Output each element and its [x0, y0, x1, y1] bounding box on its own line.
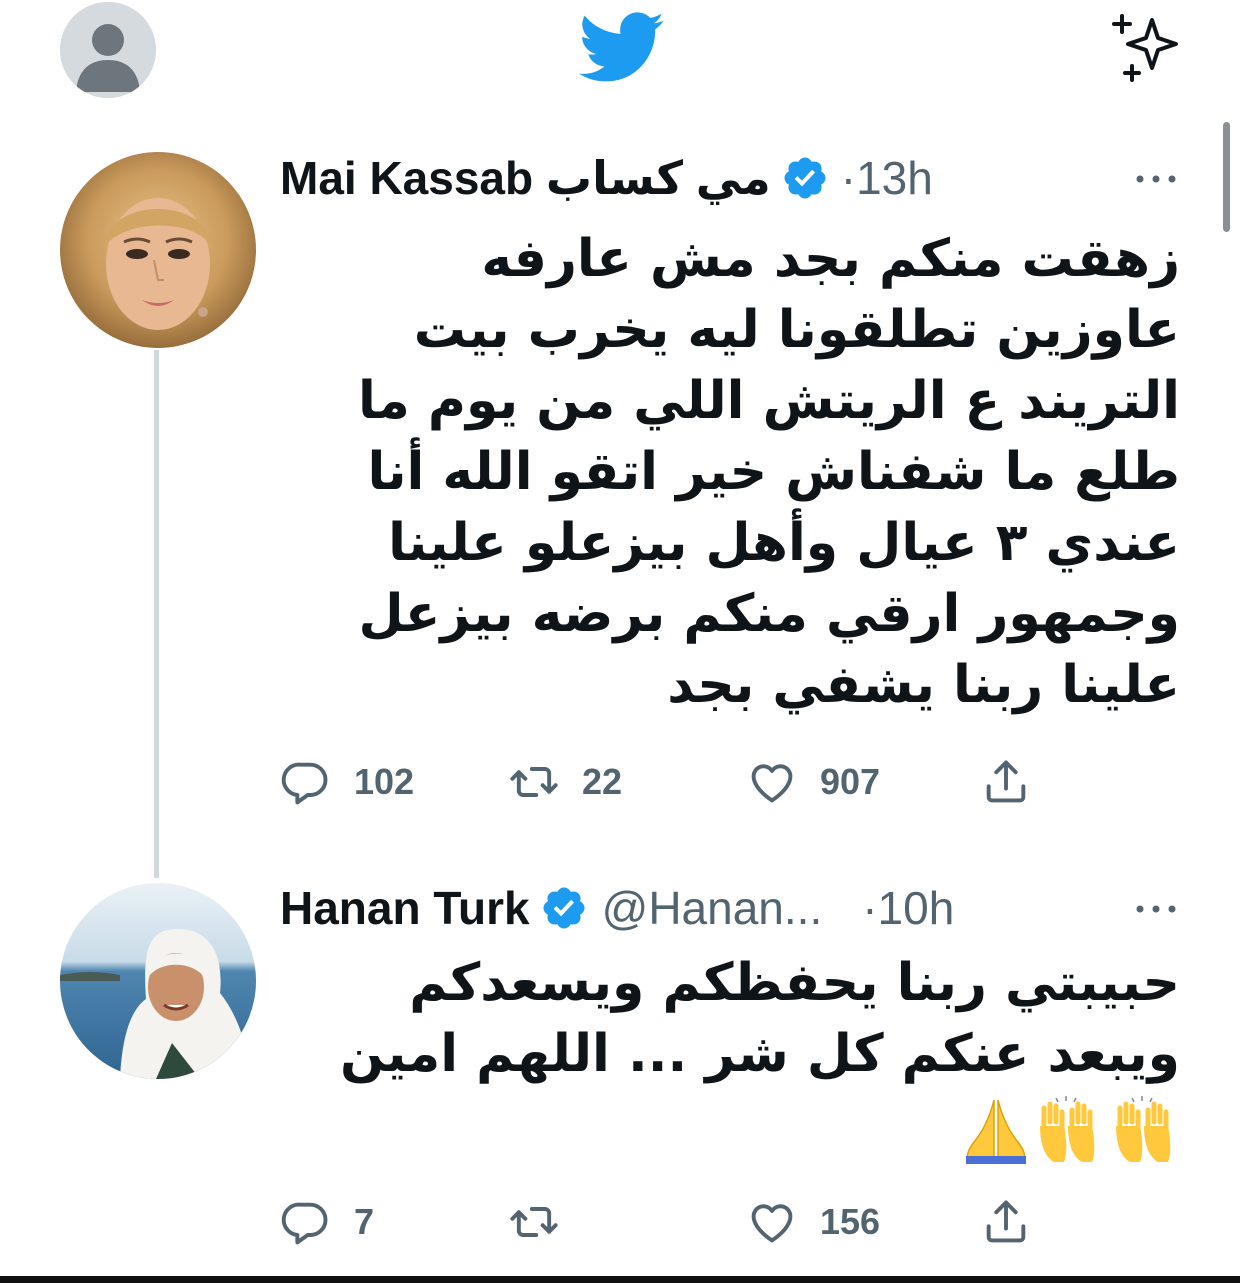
folded-hands-icon: [966, 1099, 1026, 1164]
twitter-bird-icon[interactable]: [578, 12, 666, 84]
tweet-header: Mai Kassab مي كساب ·13h: [280, 148, 933, 208]
scrollbar[interactable]: [1223, 122, 1230, 232]
author-name[interactable]: Mai Kassab مي كساب: [280, 151, 771, 205]
reply-count: 7: [354, 1201, 375, 1242]
more-options-icon[interactable]: [1134, 172, 1178, 186]
tweet-text: حبيبتي ربنا يحفظكم ويسعدكم ويبعد عنكم كل…: [340, 953, 1180, 1084]
raised-hands-icon-2: [1116, 1096, 1171, 1162]
reply-icon: [281, 1202, 328, 1245]
reply-icon: [281, 762, 328, 805]
author-name[interactable]: Hanan Turk: [280, 881, 530, 935]
bottom-edge: [0, 1276, 1240, 1283]
like-count: 907: [820, 761, 881, 802]
tweet-header: Hanan Turk @Hanan... ·10h: [280, 878, 954, 938]
sparkle-icon[interactable]: [1108, 12, 1184, 84]
share-icon: [986, 1200, 1026, 1243]
tweet-text: زهقت منكم بجد مش عارفه عاوزين تطلقونا لي…: [358, 229, 1180, 715]
reply-button[interactable]: 102: [280, 752, 414, 812]
tweet-actions: 7 156: [280, 1192, 1060, 1252]
verified-badge-icon: [784, 157, 826, 199]
tweet-actions: 102 22 907: [280, 752, 1060, 812]
hanan-turk-avatar[interactable]: [60, 883, 256, 1079]
like-button[interactable]: 907: [746, 752, 880, 812]
tweet-timestamp[interactable]: ·10h: [862, 881, 954, 935]
author-handle[interactable]: @Hanan...: [602, 881, 823, 935]
share-button[interactable]: [980, 1192, 1032, 1252]
mai-kassab-avatar[interactable]: [60, 152, 256, 348]
tweet-timestamp[interactable]: ·13h: [841, 151, 933, 205]
emoji-row: [966, 1096, 1171, 1164]
heart-icon: [751, 1204, 793, 1243]
heart-icon: [751, 764, 793, 803]
profile-avatar-icon[interactable]: [60, 2, 156, 98]
like-count: 156: [820, 1201, 881, 1242]
retweet-button[interactable]: [508, 1192, 582, 1252]
retweet-count: 22: [582, 761, 623, 802]
verified-badge-icon: [543, 887, 585, 929]
like-button[interactable]: 156: [746, 1192, 880, 1252]
raised-hands-icon-1: [1040, 1096, 1095, 1162]
retweet-icon: [510, 767, 558, 797]
more-options-icon[interactable]: [1134, 902, 1178, 916]
share-button[interactable]: [980, 752, 1032, 812]
top-navigation-bar: [0, 0, 1240, 112]
retweet-icon: [510, 1207, 558, 1237]
share-icon: [986, 760, 1026, 803]
thread-line: [154, 350, 159, 878]
retweet-button[interactable]: 22: [508, 752, 622, 812]
reply-count: 102: [354, 761, 415, 802]
reply-button[interactable]: 7: [280, 1192, 374, 1252]
